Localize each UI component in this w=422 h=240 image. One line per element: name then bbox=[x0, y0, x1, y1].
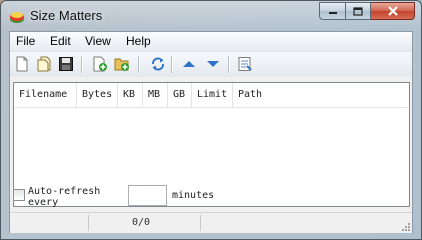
minutes-input[interactable] bbox=[128, 185, 167, 206]
client-area: File Edit View Help Filename Bytes KB MB… bbox=[9, 31, 413, 233]
column-header-bytes[interactable]: Bytes bbox=[77, 83, 118, 107]
new-file-icon[interactable] bbox=[14, 56, 30, 72]
title-bar[interactable]: Size Matters bbox=[1, 1, 421, 31]
menu-file[interactable]: File bbox=[16, 34, 35, 48]
add-folder-icon[interactable] bbox=[114, 56, 130, 72]
toolbar-separator bbox=[81, 56, 83, 73]
add-file-icon[interactable] bbox=[92, 56, 108, 72]
move-up-icon[interactable] bbox=[181, 56, 197, 72]
close-icon bbox=[387, 6, 398, 16]
list-header: Filename Bytes KB MB GB Limit Path bbox=[14, 83, 409, 108]
app-window: Size Matters File Edit View Help Filenam… bbox=[0, 0, 422, 240]
menu-edit[interactable]: Edit bbox=[50, 34, 71, 48]
status-count: 0/0 bbox=[132, 217, 151, 228]
toolbar-separator bbox=[138, 56, 140, 73]
resize-grip-icon[interactable] bbox=[400, 221, 411, 232]
app-icon bbox=[10, 12, 24, 23]
toolbar-separator bbox=[171, 56, 173, 73]
column-header-path[interactable]: Path bbox=[233, 83, 409, 107]
toolbar-separator bbox=[228, 56, 230, 73]
menu-help[interactable]: Help bbox=[126, 34, 151, 48]
menu-view[interactable]: View bbox=[85, 34, 111, 48]
open-folder-icon[interactable] bbox=[36, 56, 52, 72]
minimize-button[interactable] bbox=[319, 2, 345, 20]
window-title: Size Matters bbox=[30, 8, 103, 23]
auto-refresh-label: Auto-refresh every bbox=[28, 186, 101, 208]
auto-refresh-checkbox[interactable] bbox=[13, 189, 25, 201]
move-down-icon[interactable] bbox=[205, 56, 221, 72]
column-header-limit[interactable]: Limit bbox=[192, 83, 233, 107]
caption-buttons bbox=[319, 2, 415, 21]
column-header-mb[interactable]: MB bbox=[143, 83, 168, 107]
menu-bar: File Edit View Help bbox=[10, 32, 412, 52]
refresh-icon[interactable] bbox=[150, 56, 166, 72]
toolbar bbox=[10, 52, 412, 77]
maximize-button[interactable] bbox=[345, 2, 371, 20]
column-header-kb[interactable]: KB bbox=[118, 83, 143, 107]
column-header-filename[interactable]: Filename bbox=[14, 83, 77, 107]
close-button[interactable] bbox=[371, 2, 415, 20]
save-icon[interactable] bbox=[58, 56, 74, 72]
status-bar: 0/0 bbox=[10, 212, 412, 233]
status-panel bbox=[200, 215, 396, 231]
minutes-label: minutes bbox=[172, 190, 215, 201]
maximize-icon bbox=[353, 6, 363, 16]
minimize-icon bbox=[328, 12, 337, 14]
properties-icon[interactable] bbox=[237, 56, 253, 72]
column-header-gb[interactable]: GB bbox=[168, 83, 192, 107]
